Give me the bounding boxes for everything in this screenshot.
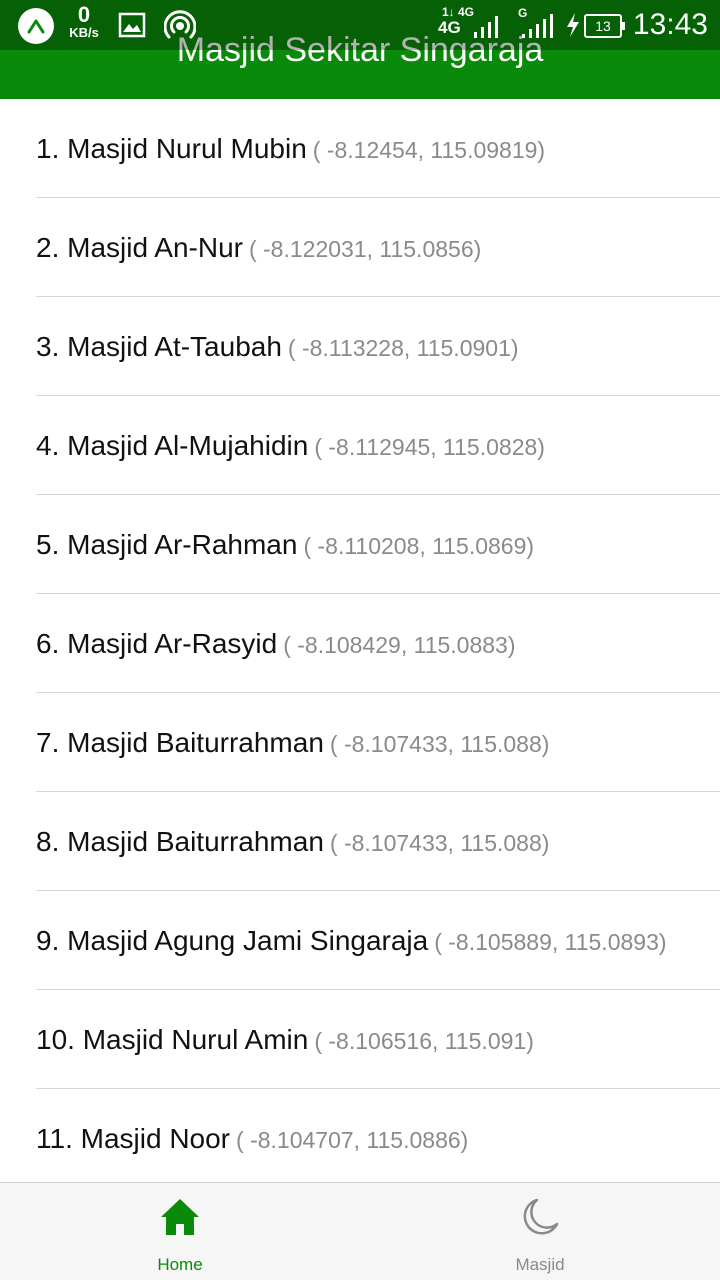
masjid-coordinates: ( -8.122031, 115.0856) — [248, 236, 482, 262]
charging-icon — [565, 12, 581, 43]
status-time: 13:43 — [632, 8, 708, 41]
list-item-text: 11. Masjid Noor( -8.104707, 115.0886) — [36, 1121, 468, 1162]
network-speed: 0 KB/s — [64, 4, 104, 40]
list-item[interactable]: 9. Masjid Agung Jami Singaraja( -8.10588… — [36, 891, 720, 990]
masjid-coordinates: ( -8.108429, 115.0883) — [283, 632, 516, 658]
list-item[interactable]: 10. Masjid Nurul Amin( -8.106516, 115.09… — [36, 990, 720, 1089]
launcher-icon — [18, 8, 54, 44]
masjid-name: 9. Masjid Agung Jami Singaraja — [36, 925, 429, 956]
list-item-text: 3. Masjid At-Taubah( -8.113228, 115.0901… — [36, 329, 519, 370]
list-item-text: 7. Masjid Baiturrahman( -8.107433, 115.0… — [36, 725, 549, 766]
bottom-navigation: Home Masjid — [0, 1182, 720, 1280]
list-item-text: 1. Masjid Nurul Mubin( -8.12454, 115.098… — [36, 131, 545, 172]
tab-home-label: Home — [157, 1255, 203, 1274]
list-item-text: 2. Masjid An-Nur( -8.122031, 115.0856) — [36, 230, 481, 271]
battery-icon: 13 — [584, 14, 625, 38]
network-speed-unit: KB/s — [69, 25, 99, 40]
list-item[interactable]: 4. Masjid Al-Mujahidin( -8.112945, 115.0… — [36, 396, 720, 495]
masjid-name: 3. Masjid At-Taubah — [36, 331, 282, 362]
network-type-1: 1↓ 4G 4G — [438, 6, 474, 37]
app-header: 0 KB/s 1↓ 4G 4G G 13 13:43 Masjid Sekita… — [0, 0, 720, 99]
masjid-coordinates: ( -8.110208, 115.0869) — [303, 533, 535, 559]
list-item[interactable]: 11. Masjid Noor( -8.104707, 115.0886) — [36, 1089, 720, 1182]
tab-masjid[interactable]: Masjid — [360, 1183, 720, 1280]
tab-masjid-label: Masjid — [515, 1255, 565, 1274]
list-item-text: 9. Masjid Agung Jami Singaraja( -8.10588… — [36, 923, 667, 964]
signal-icon-2 — [520, 12, 558, 45]
masjid-coordinates: ( -8.113228, 115.0901) — [287, 335, 519, 361]
tab-home[interactable]: Home — [0, 1183, 360, 1280]
masjid-name: 2. Masjid An-Nur — [36, 232, 243, 263]
network-speed-value: 0 — [77, 2, 91, 27]
list-item[interactable]: 7. Masjid Baiturrahman( -8.107433, 115.0… — [36, 693, 720, 792]
masjid-name: 5. Masjid Ar-Rahman — [36, 529, 298, 560]
masjid-coordinates: ( -8.107433, 115.088) — [329, 830, 550, 856]
masjid-name: 1. Masjid Nurul Mubin — [36, 133, 307, 164]
masjid-coordinates: ( -8.107433, 115.088) — [329, 731, 550, 757]
masjid-coordinates: ( -8.105889, 115.0893) — [434, 929, 667, 955]
list-item-text: 10. Masjid Nurul Amin( -8.106516, 115.09… — [36, 1022, 534, 1063]
network-type-1-bottom: 4G — [438, 18, 461, 37]
masjid-name: 4. Masjid Al-Mujahidin — [36, 430, 309, 461]
list-item-text: 6. Masjid Ar-Rasyid( -8.108429, 115.0883… — [36, 626, 516, 667]
hotspot-icon — [163, 10, 197, 47]
moon-icon — [520, 1197, 560, 1242]
list-item[interactable]: 5. Masjid Ar-Rahman( -8.110208, 115.0869… — [36, 495, 720, 594]
masjid-coordinates: ( -8.104707, 115.0886) — [236, 1127, 469, 1153]
list-item-text: 4. Masjid Al-Mujahidin( -8.112945, 115.0… — [36, 428, 545, 469]
list-item-text: 8. Masjid Baiturrahman( -8.107433, 115.0… — [36, 824, 549, 865]
masjid-name: 11. Masjid Noor — [36, 1123, 231, 1154]
list-item[interactable]: 1. Masjid Nurul Mubin( -8.12454, 115.098… — [36, 99, 720, 198]
masjid-list: 1. Masjid Nurul Mubin( -8.12454, 115.098… — [0, 99, 720, 1182]
masjid-coordinates: ( -8.12454, 115.09819) — [312, 137, 546, 163]
list-item[interactable]: 6. Masjid Ar-Rasyid( -8.108429, 115.0883… — [36, 594, 720, 693]
list-item[interactable]: 3. Masjid At-Taubah( -8.113228, 115.0901… — [36, 297, 720, 396]
home-icon — [160, 1197, 200, 1242]
masjid-name: 7. Masjid Baiturrahman — [36, 727, 324, 758]
masjid-name: 8. Masjid Baiturrahman — [36, 826, 324, 857]
app-screen: 0 KB/s 1↓ 4G 4G G 13 13:43 Masjid Sekita… — [0, 0, 720, 1280]
masjid-coordinates: ( -8.106516, 115.091) — [314, 1028, 534, 1054]
masjid-name: 6. Masjid Ar-Rasyid — [36, 628, 278, 659]
masjid-name: 10. Masjid Nurul Amin — [36, 1024, 309, 1055]
image-icon — [118, 12, 146, 43]
masjid-coordinates: ( -8.112945, 115.0828) — [314, 434, 545, 460]
list-item-text: 5. Masjid Ar-Rahman( -8.110208, 115.0869… — [36, 527, 534, 568]
status-bar: 0 KB/s 1↓ 4G 4G G 13 13:43 — [0, 0, 720, 50]
signal-icon-1 — [472, 12, 504, 45]
list-item[interactable]: 8. Masjid Baiturrahman( -8.107433, 115.0… — [36, 792, 720, 891]
list-item[interactable]: 2. Masjid An-Nur( -8.122031, 115.0856) — [36, 198, 720, 297]
